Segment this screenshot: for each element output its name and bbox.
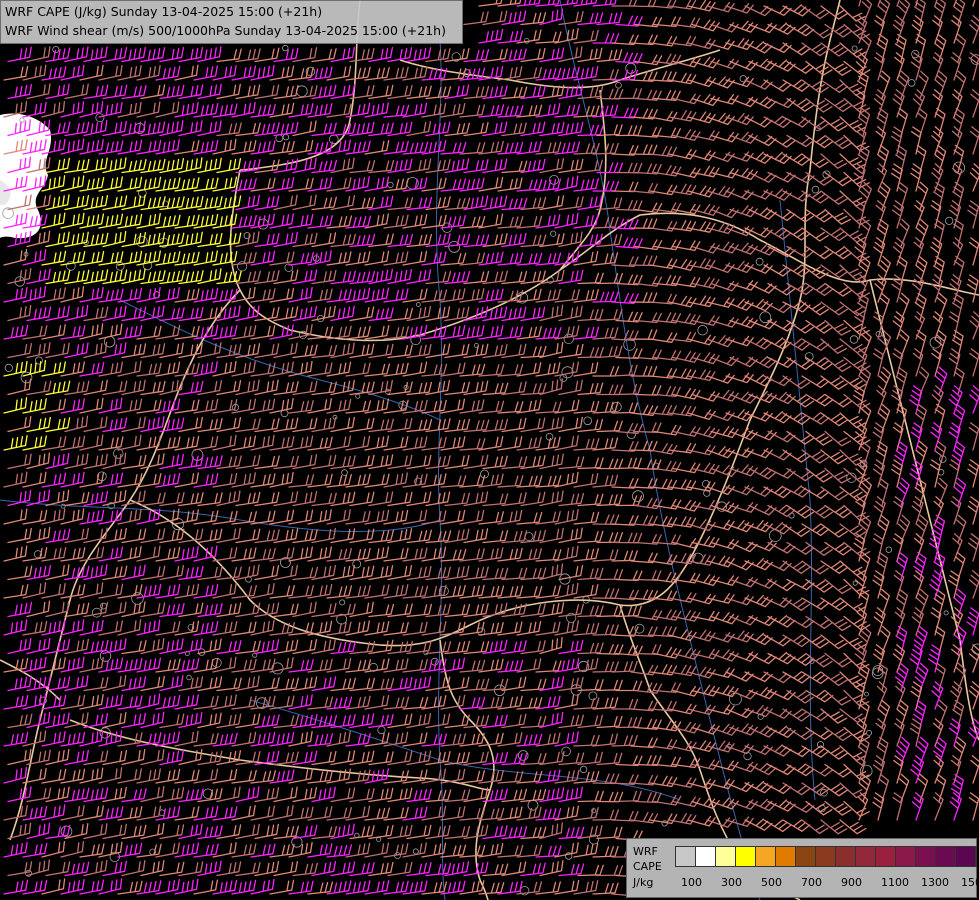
legend-label-cape: CAPE — [633, 860, 662, 873]
legend-tick-label: 100 — [681, 876, 702, 889]
legend-swatch — [836, 847, 856, 866]
cape-legend: WRF CAPE J/kg 100 300 500 700 900 1100 1300 150… — [626, 838, 979, 898]
legend-tick-label: 900 — [841, 876, 862, 889]
forecast-map — [0, 0, 979, 900]
legend-swatch — [676, 847, 696, 866]
legend-swatch — [796, 847, 816, 866]
legend-tick-label: 700 — [801, 876, 822, 889]
legend-swatch — [696, 847, 716, 866]
legend-tick-label: 1100 — [881, 876, 909, 889]
title-cape: WRF CAPE (J/kg) Sunday 13-04-2025 15:00 … — [5, 4, 323, 19]
legend-swatch — [916, 847, 936, 866]
legend-swatch — [856, 847, 876, 866]
legend-tick-label: 1300 — [921, 876, 949, 889]
legend-swatch — [936, 847, 956, 866]
legend-swatch — [736, 847, 756, 866]
legend-swatch — [776, 847, 796, 866]
legend-label-wrf: WRF — [633, 845, 658, 858]
legend-tick-label: 1500 — [961, 876, 979, 889]
title-wind-shear: WRF Wind shear (m/s) 500/1000hPa Sunday … — [5, 23, 446, 38]
legend-swatch — [716, 847, 736, 866]
legend-label-unit: J/kg — [633, 876, 654, 889]
legend-swatch — [956, 847, 976, 866]
map-title-box: WRF CAPE (J/kg) Sunday 13-04-2025 15:00 … — [0, 0, 463, 44]
legend-swatch — [756, 847, 776, 866]
legend-swatch — [816, 847, 836, 866]
legend-color-scale — [675, 846, 977, 867]
legend-tick-label: 500 — [761, 876, 782, 889]
legend-swatch — [896, 847, 916, 866]
legend-tick-label: 300 — [721, 876, 742, 889]
legend-swatch — [876, 847, 896, 866]
